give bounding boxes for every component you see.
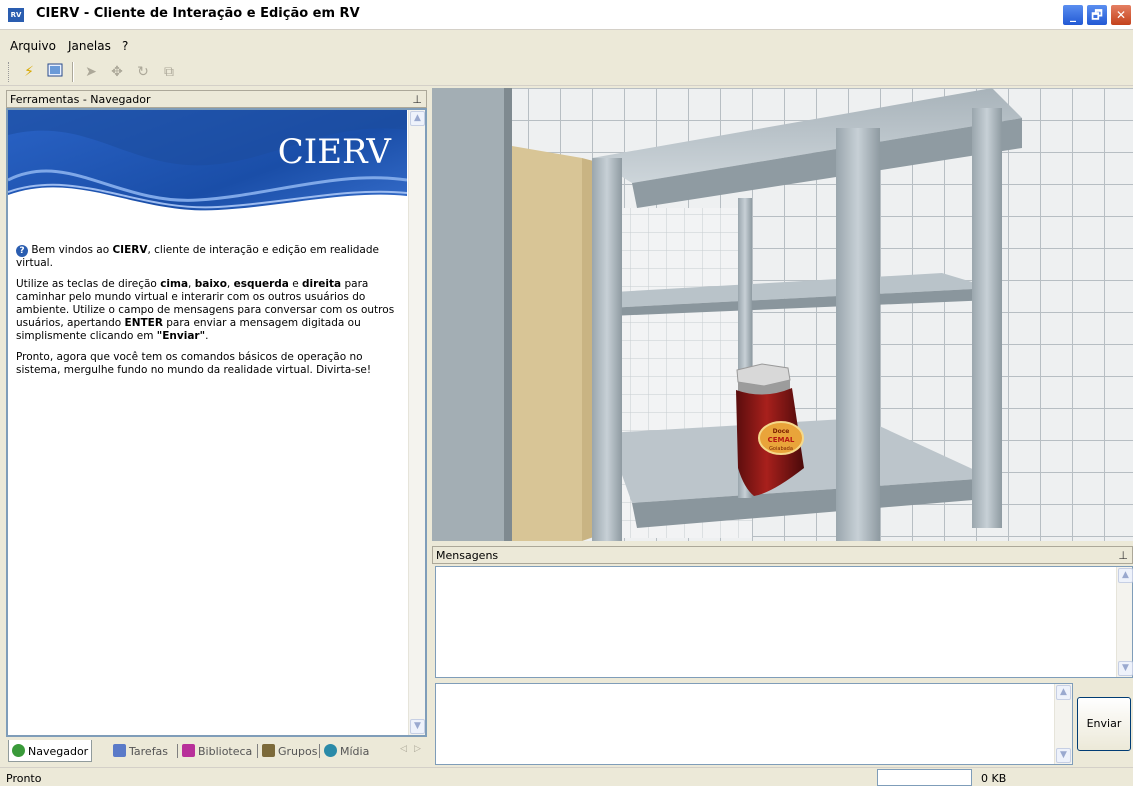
app-icon: RV xyxy=(8,8,24,22)
pointer-icon[interactable]: ➤ xyxy=(82,63,100,81)
menu-help[interactable]: ? xyxy=(122,39,128,53)
banner-title: CIERV xyxy=(277,132,391,172)
tab-navegador[interactable]: Navegador xyxy=(8,740,93,762)
navigator-content[interactable]: CIERV ? Bem vindos ao CIERV, cliente de … xyxy=(6,108,427,737)
close-button[interactable]: ✕ xyxy=(1110,4,1132,26)
text-bold: esquerda xyxy=(233,278,289,290)
input-scrollbar[interactable]: ▲ ▼ xyxy=(1054,684,1072,764)
window-icon[interactable] xyxy=(46,63,64,81)
window-title: CIERV - Cliente de Interação e Edição em… xyxy=(36,6,360,21)
send-button[interactable]: Enviar xyxy=(1077,697,1131,751)
pin-icon[interactable]: ⊥ xyxy=(1118,549,1128,562)
text-span: Bem vindos ao xyxy=(31,244,113,256)
tab-label: Navegador xyxy=(28,745,89,758)
message-input[interactable] xyxy=(435,683,1073,765)
text-span: Utilize as teclas de direção xyxy=(16,278,161,290)
status-size: 0 KB xyxy=(981,772,1007,785)
app-window: RV CIERV - Cliente de Interação e Edição… xyxy=(0,0,1133,786)
scroll-down-icon[interactable]: ▼ xyxy=(1056,748,1071,763)
navigator-scrollbar[interactable]: ▲ ▼ xyxy=(408,110,425,735)
vr-viewport[interactable]: Doce CEMAL Goiabada xyxy=(432,88,1133,541)
status-progress-box xyxy=(877,769,972,786)
welcome-paragraph-1: ? Bem vindos ao CIERV, cliente de intera… xyxy=(16,244,401,270)
menu-arquivo[interactable]: Arquivo xyxy=(10,39,56,53)
text-bold: direita xyxy=(302,278,342,290)
welcome-paragraph-3: Pronto, agora que você tem os comandos b… xyxy=(16,351,372,376)
panel-title: Ferramentas - Navegador xyxy=(10,93,151,106)
restore-button[interactable]: 🗗 xyxy=(1086,4,1108,26)
scale-icon[interactable]: ⧉ xyxy=(160,63,178,81)
text-bold: ENTER xyxy=(124,317,163,329)
title-bar[interactable]: RV CIERV - Cliente de Interação e Edição… xyxy=(0,0,1133,30)
menu-janelas[interactable]: Janelas xyxy=(68,39,111,53)
status-bar: Pronto 0 KB xyxy=(0,767,1133,786)
text-span: . xyxy=(205,330,209,342)
navigator-panel: Ferramentas - Navegador ⊥ CIERV ? Bem vi… xyxy=(6,90,427,765)
tab-separator xyxy=(319,744,320,758)
media-icon xyxy=(324,744,337,757)
tab-label: Mídia xyxy=(340,745,370,758)
group-icon xyxy=(262,744,275,757)
tab-scroll-left-icon[interactable]: ◁ xyxy=(400,744,407,754)
tab-grupos[interactable]: Grupos xyxy=(259,740,320,762)
pin-icon[interactable]: ⊥ xyxy=(412,93,422,106)
tab-separator xyxy=(257,744,258,758)
text-span: , xyxy=(226,278,234,290)
text-bold: baixo xyxy=(194,278,227,290)
jar-label-mid: CEMAL xyxy=(768,436,795,444)
checklist-icon xyxy=(113,744,126,757)
scroll-down-icon[interactable]: ▼ xyxy=(410,719,425,734)
welcome-paragraph-2: Utilize as teclas de direção cima, baixo… xyxy=(16,278,401,343)
vr-scene: Doce CEMAL Goiabada xyxy=(432,88,1133,541)
messages-scrollbar[interactable]: ▲ ▼ xyxy=(1116,567,1133,677)
tab-label: Biblioteca xyxy=(198,745,253,758)
text-bold: "Enviar" xyxy=(156,330,206,342)
scroll-up-icon[interactable]: ▲ xyxy=(1056,685,1071,700)
toolbar-grip[interactable] xyxy=(8,62,11,82)
menu-bar: Arquivo Janelas ? xyxy=(0,36,1133,56)
toolbar: ⚡ ➤ ✥ ↻ ⧉ xyxy=(0,58,1133,86)
lightning-icon[interactable]: ⚡ xyxy=(20,63,38,81)
panel-tabs: Navegador Tarefas Biblioteca Grupos Mídi… xyxy=(6,739,427,763)
jar-label-top: Doce xyxy=(773,428,790,435)
move-icon[interactable]: ✥ xyxy=(108,63,126,81)
messages-title: Mensagens xyxy=(436,549,499,562)
welcome-text: ? Bem vindos ao CIERV, cliente de intera… xyxy=(16,244,401,385)
text-span: e xyxy=(288,278,303,290)
rotate-icon[interactable]: ↻ xyxy=(134,63,152,81)
scroll-up-icon[interactable]: ▲ xyxy=(1118,568,1133,583)
jar-label-bot: Goiabada xyxy=(769,446,793,452)
tab-separator xyxy=(177,744,178,758)
scroll-down-icon[interactable]: ▼ xyxy=(1118,661,1133,676)
books-icon xyxy=(182,744,195,757)
panel-header: Ferramentas - Navegador ⊥ xyxy=(6,90,427,108)
text-bold: CIERV xyxy=(112,244,148,256)
messages-header: Mensagens ⊥ xyxy=(432,546,1133,564)
toolbar-separator xyxy=(72,62,74,82)
cierv-banner: CIERV xyxy=(8,110,407,223)
messages-history[interactable] xyxy=(435,566,1133,678)
tab-biblioteca[interactable]: Biblioteca xyxy=(179,740,255,762)
text-span: , xyxy=(188,278,195,290)
help-icon: ? xyxy=(16,245,28,257)
tab-scroll-right-icon[interactable]: ▷ xyxy=(414,744,421,754)
tab-tarefas[interactable]: Tarefas xyxy=(110,740,171,762)
status-text: Pronto xyxy=(6,772,42,785)
tab-label: Grupos xyxy=(278,745,318,758)
globe-icon xyxy=(12,744,25,757)
scroll-up-icon[interactable]: ▲ xyxy=(410,111,425,126)
tab-midia[interactable]: Mídia xyxy=(321,740,372,762)
text-bold: cima xyxy=(160,278,189,290)
minimize-button[interactable]: _ xyxy=(1062,4,1084,26)
tab-label: Tarefas xyxy=(129,745,169,758)
